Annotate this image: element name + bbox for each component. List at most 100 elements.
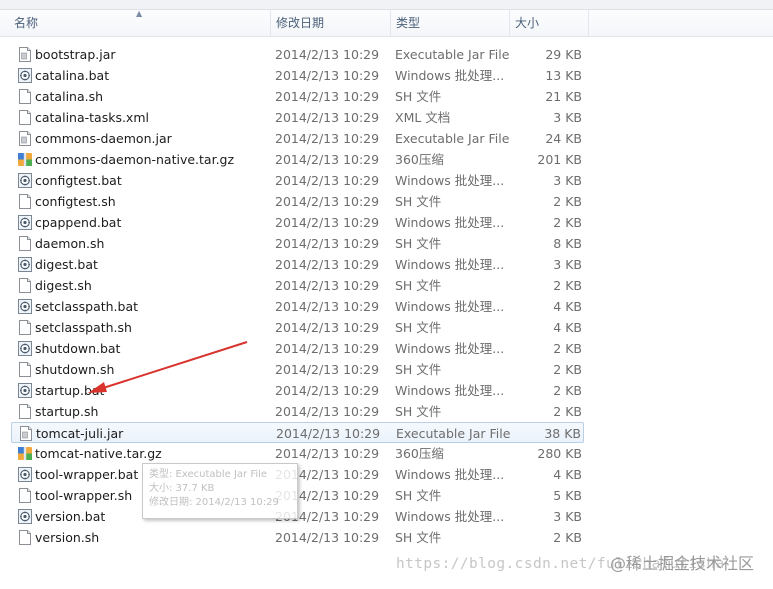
file-date: 2014/2/13 10:29: [275, 278, 380, 293]
file-name: shutdown.bat: [35, 341, 121, 356]
file-size: 2 KB: [553, 278, 582, 293]
file-date: 2014/2/13 10:29: [275, 446, 380, 461]
file-row[interactable]: commons-daemon.jar 2014/2/13 10:29 Executa…: [11, 128, 584, 149]
file-date: 2014/2/13 10:29: [275, 362, 380, 377]
file-size: 4 KB: [553, 467, 582, 482]
file-size: 3 KB: [553, 173, 582, 188]
file-row[interactable]: tomcat-native.tar.gz 2014/2/13 10:29 360压缩…: [11, 443, 584, 464]
tooltip-type-line: 类型: Executable Jar File: [149, 469, 268, 480]
archive-file-icon: [18, 152, 32, 167]
file-type: SH 文件: [395, 530, 442, 545]
file-name: cpappend.bat: [35, 215, 122, 230]
file-name: catalina.bat: [35, 68, 110, 83]
file-row[interactable]: catalina.sh 2014/2/13 10:29 SH 文件 21 KB: [11, 86, 584, 107]
file-row[interactable]: digest.bat 2014/2/13 10:29 Windows 批处理... 3…: [11, 254, 584, 275]
file-name: tomcat-juli.jar: [36, 426, 124, 441]
jar-file-icon: [18, 131, 32, 146]
file-row[interactable]: bootstrap.jar 2014/2/13 10:29 Executable J…: [11, 44, 584, 65]
column-header-date[interactable]: 修改日期: [272, 10, 388, 36]
blank-file-icon: [18, 362, 32, 377]
file-name: version.sh: [35, 530, 100, 545]
blank-file-icon: [18, 488, 32, 503]
file-date: 2014/2/13 10:29: [275, 68, 380, 83]
file-date: 2014/2/13 10:29: [275, 173, 380, 188]
file-size: 280 KB: [537, 446, 582, 461]
file-date: 2014/2/13 10:29: [275, 152, 380, 167]
file-row[interactable]: startup.bat 2014/2/13 10:29 Windows 批处理...…: [11, 380, 584, 401]
file-row[interactable]: shutdown.bat 2014/2/13 10:29 Windows 批处理..…: [11, 338, 584, 359]
file-type: SH 文件: [395, 362, 442, 377]
file-name: startup.bat: [35, 383, 105, 398]
file-row[interactable]: commons-daemon-native.tar.gz 2014/2/13 10…: [11, 149, 584, 170]
file-name: commons-daemon.jar: [35, 131, 172, 146]
file-size: 201 KB: [537, 152, 582, 167]
file-row[interactable]: configtest.bat 2014/2/13 10:29 Windows 批处理…: [11, 170, 584, 191]
file-type: SH 文件: [395, 89, 442, 104]
column-header-name[interactable]: 名称: [10, 10, 270, 36]
file-name: daemon.sh: [35, 236, 105, 251]
file-info-tooltip: 类型: Executable Jar File 大小: 37.7 KB 修改日期…: [142, 463, 298, 519]
blank-file-icon: [18, 278, 32, 293]
file-row[interactable]: configtest.sh 2014/2/13 10:29 SH 文件 2 KB: [11, 191, 584, 212]
blank-file-icon: [18, 404, 32, 419]
file-row[interactable]: cpappend.bat 2014/2/13 10:29 Windows 批处理..…: [11, 212, 584, 233]
file-type: Windows 批处理...: [395, 383, 505, 398]
blank-file-icon: [18, 236, 32, 251]
file-date: 2014/2/13 10:29: [275, 89, 380, 104]
file-date: 2014/2/13 10:29: [275, 299, 380, 314]
archive-file-icon: [18, 446, 32, 461]
file-row[interactable]: shutdown.sh 2014/2/13 10:29 SH 文件 2 KB: [11, 359, 584, 380]
header-top-strip: [0, 0, 773, 10]
file-type: Windows 批处理...: [395, 68, 505, 83]
file-size: 3 KB: [553, 110, 582, 125]
file-row[interactable]: startup.sh 2014/2/13 10:29 SH 文件 2 KB: [11, 401, 584, 422]
batch-file-icon: [18, 215, 32, 230]
column-divider[interactable]: [588, 10, 589, 36]
file-name: tomcat-native.tar.gz: [35, 446, 162, 461]
file-type: SH 文件: [395, 488, 442, 503]
file-size: 3 KB: [553, 257, 582, 272]
file-name: shutdown.sh: [35, 362, 115, 377]
file-row[interactable]: catalina.bat 2014/2/13 10:29 Windows 批处理..…: [11, 65, 584, 86]
file-size: 2 KB: [553, 383, 582, 398]
batch-file-icon: [18, 299, 32, 314]
jar-file-icon: [18, 47, 32, 62]
blank-file-icon: [18, 89, 32, 104]
batch-file-icon: [18, 257, 32, 272]
file-date: 2014/2/13 10:29: [276, 426, 381, 441]
batch-file-icon: [18, 173, 32, 188]
file-date: 2014/2/13 10:29: [275, 530, 380, 545]
file-name: configtest.bat: [35, 173, 122, 188]
file-size: 5 KB: [553, 488, 582, 503]
batch-file-icon: [18, 341, 32, 356]
file-row[interactable]: catalina-tasks.xml 2014/2/13 10:29 XML 文档 3…: [11, 107, 584, 128]
column-header-size[interactable]: 大小: [511, 10, 587, 36]
file-row[interactable]: version.sh 2014/2/13 10:29 SH 文件 2 KB: [11, 527, 584, 548]
file-type: Windows 批处理...: [395, 341, 505, 356]
file-type: Windows 批处理...: [395, 257, 505, 272]
column-header-bar: ▲ 名称 修改日期 类型 大小: [0, 0, 773, 37]
file-date: 2014/2/13 10:29: [275, 404, 380, 419]
file-size: 4 KB: [553, 299, 582, 314]
file-date: 2014/2/13 10:29: [275, 194, 380, 209]
file-name: configtest.sh: [35, 194, 116, 209]
file-size: 8 KB: [553, 236, 582, 251]
file-row[interactable]: setclasspath.bat 2014/2/13 10:29 Windows 批…: [11, 296, 584, 317]
column-divider[interactable]: [509, 10, 510, 36]
column-divider[interactable]: [270, 10, 271, 36]
batch-file-icon: [18, 509, 32, 524]
file-row[interactable]: tomcat-juli.jar 2014/2/13 10:29 Executable…: [11, 422, 584, 443]
file-row[interactable]: digest.sh 2014/2/13 10:29 SH 文件 2 KB: [11, 275, 584, 296]
file-type: Windows 批处理...: [395, 299, 505, 314]
column-divider[interactable]: [390, 10, 391, 36]
file-size: 21 KB: [545, 89, 582, 104]
file-row[interactable]: setclasspath.sh 2014/2/13 10:29 SH 文件 4 KB: [11, 317, 584, 338]
column-header-type[interactable]: 类型: [392, 10, 508, 36]
file-type: SH 文件: [395, 236, 442, 251]
file-size: 38 KB: [544, 426, 581, 441]
file-type: SH 文件: [395, 278, 442, 293]
file-date: 2014/2/13 10:29: [275, 110, 380, 125]
blank-file-icon: [18, 194, 32, 209]
batch-file-icon: [18, 467, 32, 482]
file-row[interactable]: daemon.sh 2014/2/13 10:29 SH 文件 8 KB: [11, 233, 584, 254]
